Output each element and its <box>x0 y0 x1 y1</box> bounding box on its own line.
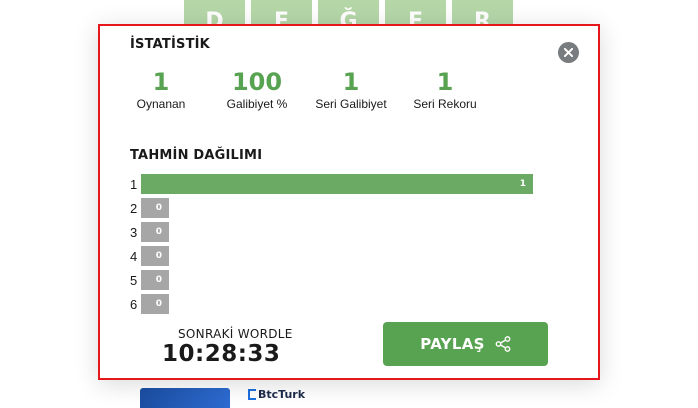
guess-distribution-row: 4 0 <box>130 246 169 266</box>
guess-bar: 0 <box>141 222 169 242</box>
stat-max-streak: 1 Seri Rekoru <box>400 68 490 112</box>
statistics-modal: İSTATİSTİK 1 Oynanan 100 Galibiyet % 1 S… <box>98 24 600 380</box>
guess-number: 2 <box>130 200 138 216</box>
ad-brand-logo[interactable]: BtcTurk <box>248 388 305 401</box>
stat-win-percent: 100 Galibiyet % <box>212 68 302 112</box>
share-icon <box>495 336 511 352</box>
stat-label: Seri Rekoru <box>413 97 477 111</box>
stat-label: Oynanan <box>136 97 186 111</box>
guess-distribution-title: TAHMİN DAĞILIMI <box>130 148 263 163</box>
guess-distribution-row: 3 0 <box>130 222 169 242</box>
countdown-timer: 10:28:33 <box>162 341 281 367</box>
guess-distribution-row: 5 0 <box>130 270 169 290</box>
guess-number: 5 <box>130 272 138 288</box>
ad-banner[interactable]: BtcTurk <box>98 380 598 408</box>
guess-bar: 1 <box>141 174 533 194</box>
guess-bar: 0 <box>141 198 169 218</box>
ad-image[interactable] <box>140 388 230 408</box>
board-tile: Ğ <box>318 0 379 24</box>
board-tile: E <box>251 0 312 24</box>
guess-distribution-row: 2 0 <box>130 198 169 218</box>
game-board-background: D E Ğ E R <box>184 0 513 24</box>
guess-bar: 0 <box>141 246 169 266</box>
guess-number: 3 <box>130 224 138 240</box>
stat-current-streak: 1 Seri Galibiyet <box>306 68 396 112</box>
share-button[interactable]: PAYLAŞ <box>383 322 548 366</box>
guess-distribution-row: 6 0 <box>130 294 169 314</box>
guess-bar: 0 <box>141 270 169 290</box>
guess-bar: 0 <box>141 294 169 314</box>
guess-number: 6 <box>130 296 138 312</box>
share-button-label: PAYLAŞ <box>420 335 485 353</box>
stat-label: Seri Galibiyet <box>315 97 387 111</box>
stat-value: 100 <box>231 68 283 96</box>
stat-value: 1 <box>152 68 170 96</box>
stat-value: 1 <box>436 68 454 96</box>
guess-number: 1 <box>130 176 138 192</box>
close-icon <box>564 48 573 57</box>
stat-value: 1 <box>342 68 360 96</box>
board-tile: E <box>385 0 446 24</box>
stat-label: Galibiyet % <box>226 97 288 111</box>
board-tile: R <box>452 0 513 24</box>
ad-brand-name: BtcTurk <box>258 388 306 401</box>
btcturk-logo-icon <box>248 389 256 400</box>
close-button[interactable] <box>558 42 579 63</box>
next-wordle-label: SONRAKİ WORDLE <box>178 327 293 341</box>
statistics-title: İSTATİSTİK <box>130 37 210 52</box>
guess-number: 4 <box>130 248 138 264</box>
guess-distribution-row: 1 1 <box>130 174 533 194</box>
board-tile: D <box>184 0 245 24</box>
stat-played: 1 Oynanan <box>116 68 206 112</box>
